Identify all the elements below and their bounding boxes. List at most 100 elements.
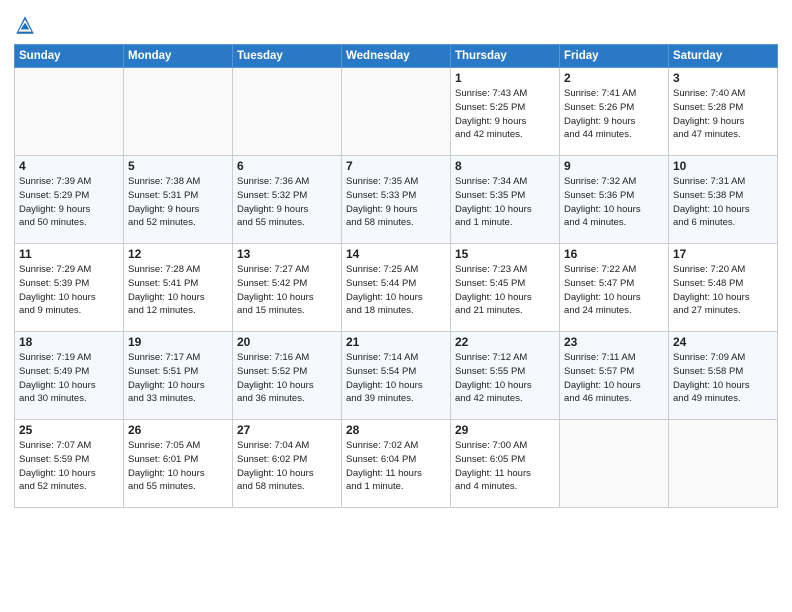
day-info: Sunrise: 7:20 AM Sunset: 5:48 PM Dayligh…: [673, 263, 773, 318]
calendar-cell: [342, 68, 451, 156]
calendar-cell: 11 Sunrise: 7:29 AM Sunset: 5:39 PM Dayli…: [15, 244, 124, 332]
day-number: 22: [455, 335, 555, 349]
day-info: Sunrise: 7:04 AM Sunset: 6:02 PM Dayligh…: [237, 439, 337, 494]
calendar-cell: 16Sunrise: 7:22 AM Sunset: 5:47 PM Dayli…: [560, 244, 669, 332]
day-info: Sunrise: 7:16 AM Sunset: 5:52 PM Dayligh…: [237, 351, 337, 406]
weekday-header-row: SundayMondayTuesdayWednesdayThursdayFrid…: [15, 45, 778, 68]
day-number: 5: [128, 159, 228, 173]
day-number: 29: [455, 423, 555, 437]
calendar-cell: 20 Sunrise: 7:16 AM Sunset: 5:52 PM Dayli…: [233, 332, 342, 420]
day-number: 24: [673, 335, 773, 349]
week-row-4: 18 Sunrise: 7:19 AM Sunset: 5:49 PM Dayli…: [15, 332, 778, 420]
week-row-1: 1 Sunrise: 7:43 AM Sunset: 5:25 PM Daylig…: [15, 68, 778, 156]
day-number: 3: [673, 71, 773, 85]
day-number: 21: [346, 335, 446, 349]
day-info: Sunrise: 7:02 AM Sunset: 6:04 PM Dayligh…: [346, 439, 446, 494]
day-number: 14: [346, 247, 446, 261]
calendar-cell: 9 Sunrise: 7:32 AM Sunset: 5:36 PM Daylig…: [560, 156, 669, 244]
calendar-cell: 10 Sunrise: 7:31 AM Sunset: 5:38 PM Dayli…: [669, 156, 778, 244]
logo-icon: [14, 14, 36, 36]
day-info: Sunrise: 7:41 AM Sunset: 5:26 PM Dayligh…: [564, 87, 664, 142]
day-number: 27: [237, 423, 337, 437]
weekday-header-friday: Friday: [560, 45, 669, 68]
day-number: 18: [19, 335, 119, 349]
day-info: Sunrise: 7:17 AM Sunset: 5:51 PM Dayligh…: [128, 351, 228, 406]
calendar-cell: 24Sunrise: 7:09 AM Sunset: 5:58 PM Dayli…: [669, 332, 778, 420]
day-info: Sunrise: 7:19 AM Sunset: 5:49 PM Dayligh…: [19, 351, 119, 406]
day-info: Sunrise: 7:14 AM Sunset: 5:54 PM Dayligh…: [346, 351, 446, 406]
calendar-cell: 6 Sunrise: 7:36 AM Sunset: 5:32 PM Daylig…: [233, 156, 342, 244]
day-number: 15: [455, 247, 555, 261]
calendar-cell: 27 Sunrise: 7:04 AM Sunset: 6:02 PM Dayli…: [233, 420, 342, 508]
week-row-2: 4Sunrise: 7:39 AM Sunset: 5:29 PM Daylig…: [15, 156, 778, 244]
day-info: Sunrise: 7:27 AM Sunset: 5:42 PM Dayligh…: [237, 263, 337, 318]
day-number: 25: [19, 423, 119, 437]
day-info: Sunrise: 7:07 AM Sunset: 5:59 PM Dayligh…: [19, 439, 119, 494]
calendar-cell: 8 Sunrise: 7:34 AM Sunset: 5:35 PM Daylig…: [451, 156, 560, 244]
day-info: Sunrise: 7:40 AM Sunset: 5:28 PM Dayligh…: [673, 87, 773, 142]
calendar-cell: [560, 420, 669, 508]
day-info: Sunrise: 7:25 AM Sunset: 5:44 PM Dayligh…: [346, 263, 446, 318]
day-info: Sunrise: 7:35 AM Sunset: 5:33 PM Dayligh…: [346, 175, 446, 230]
day-info: Sunrise: 7:29 AM Sunset: 5:39 PM Dayligh…: [19, 263, 119, 318]
day-number: 7: [346, 159, 446, 173]
day-number: 28: [346, 423, 446, 437]
weekday-header-sunday: Sunday: [15, 45, 124, 68]
day-info: Sunrise: 7:31 AM Sunset: 5:38 PM Dayligh…: [673, 175, 773, 230]
day-info: Sunrise: 7:23 AM Sunset: 5:45 PM Dayligh…: [455, 263, 555, 318]
day-number: 19: [128, 335, 228, 349]
calendar-cell: [124, 68, 233, 156]
calendar-cell: 21 Sunrise: 7:14 AM Sunset: 5:54 PM Dayli…: [342, 332, 451, 420]
day-info: Sunrise: 7:28 AM Sunset: 5:41 PM Dayligh…: [128, 263, 228, 318]
calendar-cell: 14 Sunrise: 7:25 AM Sunset: 5:44 PM Dayli…: [342, 244, 451, 332]
day-info: Sunrise: 7:36 AM Sunset: 5:32 PM Dayligh…: [237, 175, 337, 230]
day-info: Sunrise: 7:00 AM Sunset: 6:05 PM Dayligh…: [455, 439, 555, 494]
day-number: 12: [128, 247, 228, 261]
calendar-cell: 2 Sunrise: 7:41 AM Sunset: 5:26 PM Daylig…: [560, 68, 669, 156]
weekday-header-tuesday: Tuesday: [233, 45, 342, 68]
day-number: 11: [19, 247, 119, 261]
calendar-cell: 4Sunrise: 7:39 AM Sunset: 5:29 PM Daylig…: [15, 156, 124, 244]
day-number: 16: [564, 247, 664, 261]
day-info: Sunrise: 7:34 AM Sunset: 5:35 PM Dayligh…: [455, 175, 555, 230]
day-info: Sunrise: 7:43 AM Sunset: 5:25 PM Dayligh…: [455, 87, 555, 142]
calendar-cell: 26Sunrise: 7:05 AM Sunset: 6:01 PM Dayli…: [124, 420, 233, 508]
day-number: 9: [564, 159, 664, 173]
calendar-container: SundayMondayTuesdayWednesdayThursdayFrid…: [0, 0, 792, 518]
day-number: 17: [673, 247, 773, 261]
day-info: Sunrise: 7:05 AM Sunset: 6:01 PM Dayligh…: [128, 439, 228, 494]
logo: [14, 14, 38, 36]
day-number: 23: [564, 335, 664, 349]
calendar-cell: 13Sunrise: 7:27 AM Sunset: 5:42 PM Dayli…: [233, 244, 342, 332]
week-row-5: 25 Sunrise: 7:07 AM Sunset: 5:59 PM Dayli…: [15, 420, 778, 508]
calendar-cell: 5 Sunrise: 7:38 AM Sunset: 5:31 PM Daylig…: [124, 156, 233, 244]
calendar-cell: [669, 420, 778, 508]
day-number: 2: [564, 71, 664, 85]
day-number: 8: [455, 159, 555, 173]
week-row-3: 11 Sunrise: 7:29 AM Sunset: 5:39 PM Dayli…: [15, 244, 778, 332]
calendar-cell: 3 Sunrise: 7:40 AM Sunset: 5:28 PM Daylig…: [669, 68, 778, 156]
calendar-cell: [15, 68, 124, 156]
calendar-cell: 25 Sunrise: 7:07 AM Sunset: 5:59 PM Dayli…: [15, 420, 124, 508]
calendar-cell: 19 Sunrise: 7:17 AM Sunset: 5:51 PM Dayli…: [124, 332, 233, 420]
day-info: Sunrise: 7:38 AM Sunset: 5:31 PM Dayligh…: [128, 175, 228, 230]
weekday-header-saturday: Saturday: [669, 45, 778, 68]
day-info: Sunrise: 7:12 AM Sunset: 5:55 PM Dayligh…: [455, 351, 555, 406]
day-number: 6: [237, 159, 337, 173]
calendar-cell: 23 Sunrise: 7:11 AM Sunset: 5:57 PM Dayli…: [560, 332, 669, 420]
calendar-cell: 1 Sunrise: 7:43 AM Sunset: 5:25 PM Daylig…: [451, 68, 560, 156]
day-info: Sunrise: 7:39 AM Sunset: 5:29 PM Dayligh…: [19, 175, 119, 230]
weekday-header-wednesday: Wednesday: [342, 45, 451, 68]
calendar-cell: 17 Sunrise: 7:20 AM Sunset: 5:48 PM Dayli…: [669, 244, 778, 332]
calendar-cell: 15 Sunrise: 7:23 AM Sunset: 5:45 PM Dayli…: [451, 244, 560, 332]
calendar-cell: 22 Sunrise: 7:12 AM Sunset: 5:55 PM Dayli…: [451, 332, 560, 420]
weekday-header-monday: Monday: [124, 45, 233, 68]
day-number: 10: [673, 159, 773, 173]
day-number: 1: [455, 71, 555, 85]
day-info: Sunrise: 7:11 AM Sunset: 5:57 PM Dayligh…: [564, 351, 664, 406]
day-info: Sunrise: 7:32 AM Sunset: 5:36 PM Dayligh…: [564, 175, 664, 230]
day-number: 20: [237, 335, 337, 349]
calendar-cell: 28 Sunrise: 7:02 AM Sunset: 6:04 PM Dayli…: [342, 420, 451, 508]
calendar-body: 1 Sunrise: 7:43 AM Sunset: 5:25 PM Daylig…: [15, 68, 778, 508]
calendar-cell: [233, 68, 342, 156]
